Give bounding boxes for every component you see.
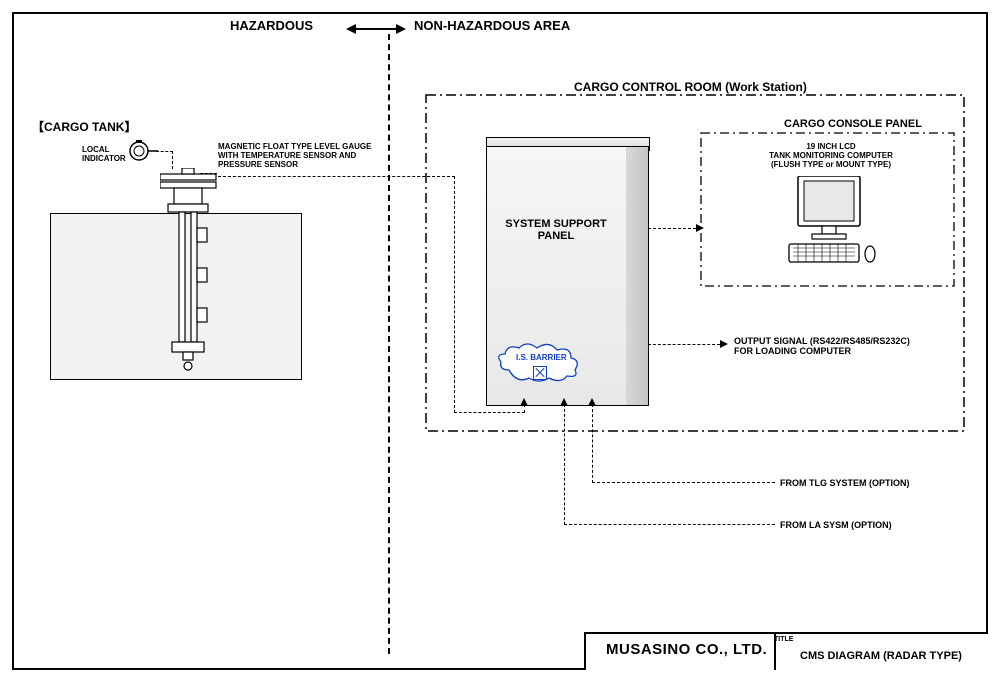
- ssp-side-face: [626, 146, 649, 406]
- from-la-label: FROM LA SYSM (OPTION): [780, 520, 892, 530]
- cargo-tank-label: 【CARGO TANK】: [32, 118, 136, 135]
- ssp-label: SYSTEM SUPPORT PANEL: [504, 218, 608, 242]
- is-barrier-label: I.S. BARRIER: [516, 353, 567, 362]
- monitor-description: 19 INCH LCD TANK MONITORING COMPUTER (FL…: [756, 142, 906, 169]
- is-barrier-symbol-icon: [533, 366, 547, 380]
- hazardous-label: HAZARDOUS: [230, 18, 313, 33]
- company-name: MUSASINO CO., LTD.: [606, 641, 767, 658]
- title-field-label: TITLE: [774, 636, 793, 643]
- local-indicator-label: LOCAL INDICATOR: [82, 145, 126, 163]
- local-indicator-icon: [128, 140, 158, 164]
- level-gauge-icon: [160, 168, 260, 378]
- from-tlg-label: FROM TLG SYSTEM (OPTION): [780, 478, 910, 488]
- console-panel-title: CARGO CONSOLE PANEL: [784, 118, 922, 130]
- area-divider-line: [388, 34, 390, 654]
- diagram-page: { "header": { "hazardous": "HAZARDOUS", …: [0, 0, 1000, 682]
- non-hazardous-label: NON-HAZARDOUS AREA: [414, 18, 570, 33]
- gauge-description-label: MAGNETIC FLOAT TYPE LEVEL GAUGE WITH TEM…: [218, 142, 372, 169]
- output-signal-label: OUTPUT SIGNAL (RS422/RS485/RS232C) FOR L…: [734, 336, 910, 356]
- control-room-title: CARGO CONTROL ROOM (Work Station): [574, 80, 807, 94]
- drawing-title: CMS DIAGRAM (RADAR TYPE): [800, 650, 962, 662]
- monitor-icon: [788, 176, 878, 268]
- area-divider-arrow-icon: [346, 22, 406, 36]
